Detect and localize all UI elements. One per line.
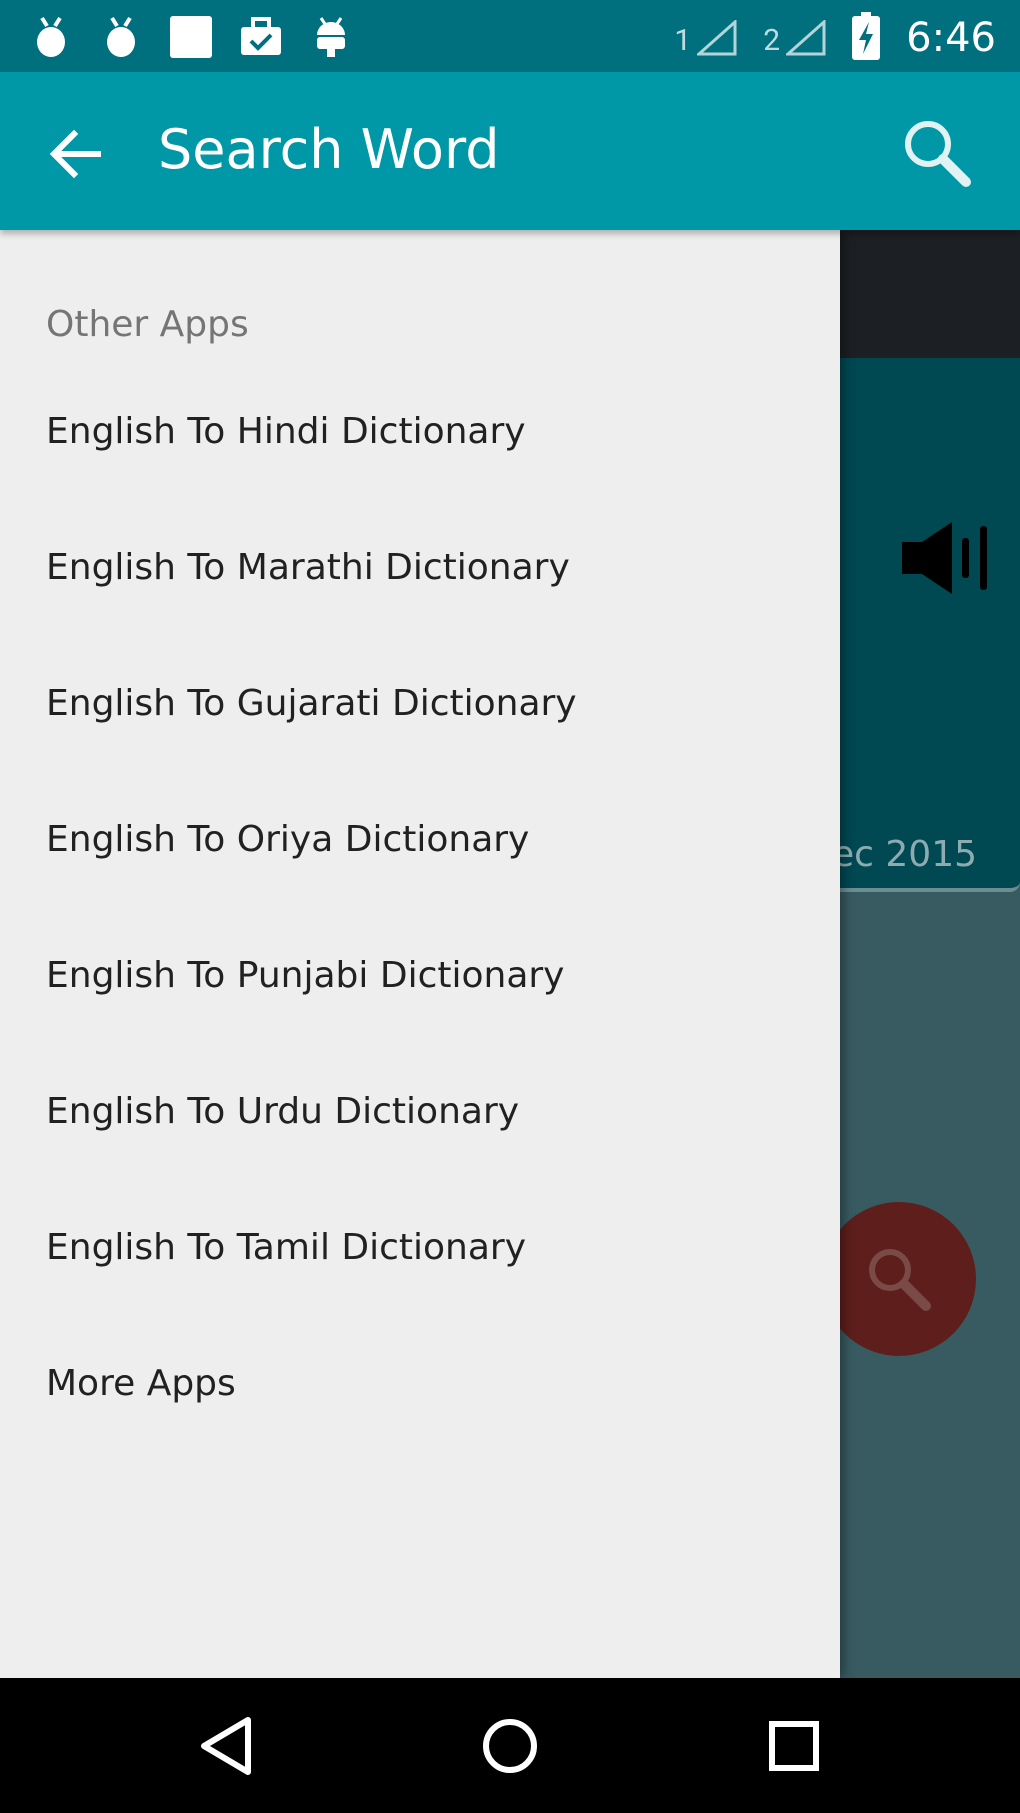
drawer-list: English To Hindi Dictionary English To M… <box>0 364 840 1452</box>
speaker-icon <box>902 522 987 594</box>
circle-home-icon <box>483 1719 537 1773</box>
search-icon <box>905 121 971 187</box>
notification-icons <box>28 14 354 60</box>
square-recents-icon <box>769 1721 819 1771</box>
status-indicators: 1 2 6:46 <box>674 12 996 64</box>
sim1-label: 1 <box>674 23 692 58</box>
drawer-item-tamil-dictionary[interactable]: English To Tamil Dictionary <box>0 1180 840 1316</box>
drawer-item-hindi-dictionary[interactable]: English To Hindi Dictionary <box>0 364 840 500</box>
notification-briefcase-check-icon <box>238 14 284 60</box>
notification-android-icon <box>308 14 354 60</box>
drawer-item-oriya-dictionary[interactable]: English To Oriya Dictionary <box>0 772 840 908</box>
clock: 6:46 <box>906 15 996 61</box>
notification-square-icon <box>168 14 214 60</box>
arrow-left-icon <box>49 129 101 179</box>
date-fragment: ec 2015 <box>832 834 978 875</box>
system-nav-bar <box>0 1678 1020 1813</box>
battery-charging-icon <box>852 12 881 64</box>
back-button[interactable] <box>44 122 108 186</box>
search-fab[interactable] <box>822 1202 976 1356</box>
status-bar: 1 2 6:46 <box>0 0 1020 72</box>
app-bar: Search Word <box>0 72 1020 230</box>
nav-home-button[interactable] <box>478 1714 542 1778</box>
drawer-item-punjabi-dictionary[interactable]: English To Punjabi Dictionary <box>0 908 840 1044</box>
nav-recents-button[interactable] <box>762 1714 826 1778</box>
drawer-section-header: Other Apps <box>46 304 249 345</box>
screen: 1 2 6:46 Search Word ec 2015 Other Apps … <box>0 0 1020 1813</box>
sim1-signal: 1 <box>674 20 737 56</box>
navigation-drawer: Other Apps English To Hindi Dictionary E… <box>0 230 840 1678</box>
search-icon <box>869 1249 931 1311</box>
notification-bug-icon <box>98 14 144 60</box>
drawer-item-urdu-dictionary[interactable]: English To Urdu Dictionary <box>0 1044 840 1180</box>
sim2-label: 2 <box>763 23 781 58</box>
signal-icon <box>697 20 737 56</box>
signal-icon <box>786 20 826 56</box>
triangle-back-icon <box>201 1717 251 1775</box>
nav-back-button[interactable] <box>196 1714 260 1778</box>
search-button[interactable] <box>900 116 974 190</box>
drawer-item-gujarati-dictionary[interactable]: English To Gujarati Dictionary <box>0 636 840 772</box>
notification-bug-icon <box>28 14 74 60</box>
page-title: Search Word <box>158 118 500 181</box>
drawer-item-marathi-dictionary[interactable]: English To Marathi Dictionary <box>0 500 840 636</box>
sim2-signal: 2 <box>763 20 826 56</box>
drawer-item-more-apps[interactable]: More Apps <box>0 1316 840 1452</box>
